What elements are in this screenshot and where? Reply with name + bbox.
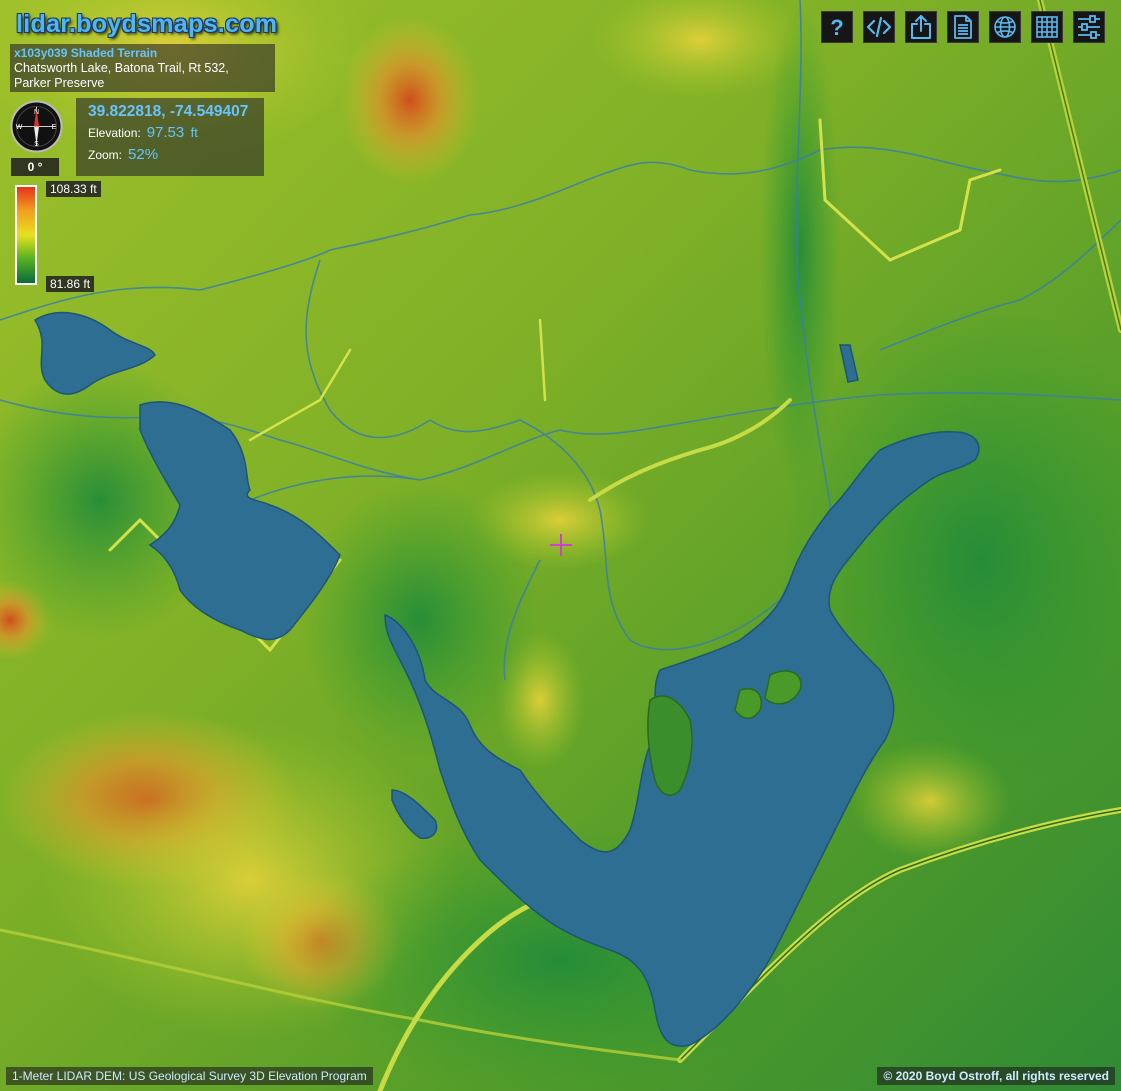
zoom-label: Zoom:	[88, 148, 123, 162]
heading-readout: 0 °	[11, 158, 59, 176]
place-names-line1: Chatsworth Lake, Batona Trail, Rt 532,	[14, 61, 229, 75]
compass-e: E	[52, 124, 57, 131]
legend-min: 81.86 ft	[46, 276, 95, 292]
help-icon: ?	[830, 15, 843, 40]
embed-code-icon	[866, 16, 892, 38]
elevation-unit: ft	[190, 125, 198, 140]
globe-icon	[994, 16, 1016, 38]
zoom-value: 52%	[128, 146, 159, 163]
lat-lon-readout: 39.822818, -74.549407	[88, 103, 249, 120]
embed-code-button[interactable]	[863, 11, 895, 43]
legend-max: 108.33 ft	[46, 181, 101, 197]
settings-sliders-icon	[1078, 15, 1100, 39]
lake-island	[734, 688, 762, 719]
compass-n: N	[34, 109, 39, 116]
data-source-credit[interactable]: 1-Meter LIDAR DEM: US Geological Survey …	[6, 1067, 373, 1085]
elevation-label: Elevation:	[88, 126, 141, 140]
terrain-low	[300, 480, 540, 760]
document-icon	[954, 15, 972, 39]
elevation-legend-bar	[15, 185, 37, 285]
share-button[interactable]	[905, 11, 937, 43]
compass-s: S	[34, 141, 39, 148]
compass-w: W	[16, 124, 23, 131]
terrain-high	[340, 15, 480, 185]
grid-button[interactable]	[1031, 11, 1063, 43]
tile-name: x103y039 Shaded Terrain	[14, 46, 158, 60]
site-title[interactable]: lidar.boydsmaps.com	[16, 10, 277, 39]
cursor-readout-panel: 39.822818, -74.549407 Elevation: 97.53 ft…	[76, 98, 264, 176]
elevation-value: 97.53	[146, 124, 185, 141]
document-button[interactable]	[947, 11, 979, 43]
globe-button[interactable]	[989, 11, 1021, 43]
compass-icon[interactable]: N S W E	[10, 100, 63, 153]
share-icon	[911, 15, 931, 39]
grid-icon	[1036, 16, 1058, 38]
help-button[interactable]: ?	[821, 11, 853, 43]
settings-button[interactable]	[1073, 11, 1105, 43]
toolbar: ?	[821, 11, 1105, 43]
copyright-notice: © 2020 Boyd Ostroff, all rights reserved	[877, 1067, 1115, 1085]
place-names-line2: Parker Preserve	[14, 76, 105, 90]
svg-text:?: ?	[830, 15, 843, 40]
tile-info-panel: x103y039 Shaded Terrain Chatsworth Lake,…	[10, 44, 275, 92]
